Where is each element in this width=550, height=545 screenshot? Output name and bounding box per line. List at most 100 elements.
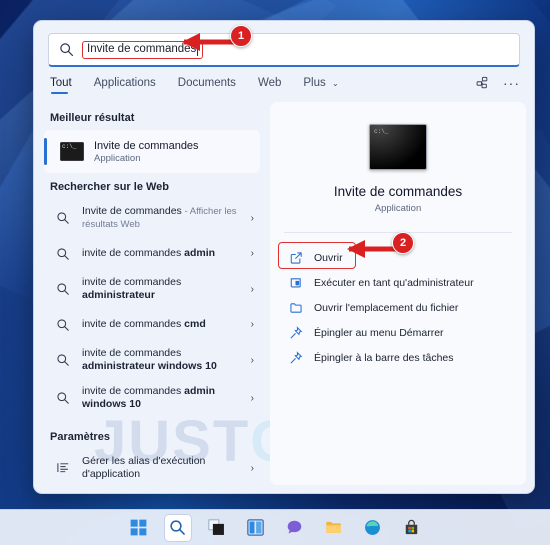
microsoft-store-icon — [405, 519, 418, 535]
search-icon — [56, 353, 70, 367]
taskbar-start-button[interactable] — [126, 515, 152, 541]
action-label: Épingler à la barre des tâches — [314, 351, 454, 364]
open-external-icon — [288, 250, 303, 265]
chevron-right-icon: › — [250, 319, 254, 330]
tab-plus[interactable]: Plus ⌄ — [303, 77, 338, 97]
tab-label: Documents — [177, 77, 236, 89]
action-pin-to-start[interactable]: Épingler au menu Démarrer — [280, 320, 516, 345]
windows-search-panel: Invite de commandes Tout Applications Do… — [33, 20, 535, 494]
taskbar-chat-button[interactable] — [282, 515, 308, 541]
action-label: Épingler au menu Démarrer — [314, 326, 444, 339]
file-explorer-icon — [326, 521, 341, 533]
chevron-right-icon: › — [250, 354, 254, 366]
settings-item-label: Gérer les alias d'exécution d'applicatio… — [82, 455, 206, 480]
more-options-icon[interactable]: ··· — [503, 76, 520, 90]
list-item-bold: admin — [184, 247, 216, 259]
chat-icon — [287, 520, 302, 534]
settings-list-icon — [56, 461, 71, 475]
search-bar-container: Invite de commandes — [34, 21, 534, 67]
preview-subtitle: Application — [374, 203, 422, 214]
tab-tout[interactable]: Tout — [50, 77, 72, 97]
list-item-text: invite de commandes — [82, 276, 182, 288]
action-label: Ouvrir l'emplacement du fichier — [314, 301, 459, 314]
tab-label: Plus — [303, 77, 326, 89]
search-icon — [56, 391, 70, 405]
list-item[interactable]: invite de commandes admin windows 10 › — [44, 379, 260, 417]
command-prompt-icon-text: c:\_ — [62, 143, 77, 150]
tab-documents[interactable]: Documents — [178, 77, 236, 97]
list-item-label: Invite de commandes - Afficher les résul… — [82, 205, 247, 231]
annotation-badge-1: 1 — [230, 25, 252, 47]
taskbar-store-button[interactable] — [399, 515, 425, 541]
list-item[interactable]: invite de commandes cmd › — [44, 308, 260, 341]
best-result-text: Invite de commandes Application — [94, 140, 199, 164]
tab-label: Applications — [93, 77, 156, 89]
filter-tabs: Tout Applications Documents Web Plus ⌄ ·… — [34, 67, 534, 98]
list-item[interactable]: invite de commandes admin › — [44, 237, 260, 270]
command-prompt-icon-text: c:\_ — [374, 128, 389, 135]
list-item-label: invite de commandes administrateur windo… — [82, 347, 247, 373]
action-run-as-admin[interactable]: Exécuter en tant qu'administrateur — [280, 270, 516, 295]
list-item-label: invite de commandes admin windows 10 — [82, 385, 247, 411]
edge-icon — [365, 520, 380, 535]
search-results-body: JUSTGEEK Meilleur résultat c:\_ Invite d… — [34, 98, 534, 493]
list-item-bold: cmd — [184, 318, 206, 330]
desktop-root: Invite de commandes Tout Applications Do… — [0, 0, 550, 545]
action-open-file-location[interactable]: Ouvrir l'emplacement du fichier — [280, 295, 516, 320]
list-item-text: invite de commandes — [82, 385, 185, 397]
list-item[interactable]: Invite de commandes - Afficher les résul… — [44, 199, 260, 237]
search-icon — [59, 42, 74, 57]
taskbar-file-explorer-button[interactable] — [321, 515, 347, 541]
search-icon — [56, 211, 70, 225]
list-item-label: invite de commandes cmd — [82, 318, 247, 331]
tab-web[interactable]: Web — [258, 77, 281, 97]
best-result-card[interactable]: c:\_ Invite de commandes Application — [44, 130, 260, 173]
chevron-down-icon: ⌄ — [331, 79, 339, 88]
list-item-text: invite de commandes — [82, 247, 185, 259]
best-result-subtitle: Application — [94, 152, 141, 164]
share-nodes-icon[interactable] — [475, 76, 489, 90]
list-item-text: invite de commandes — [82, 347, 182, 359]
search-input[interactable]: Invite de commandes — [87, 43, 196, 55]
section-title-web: Rechercher sur le Web — [50, 181, 170, 193]
search-icon — [170, 520, 185, 535]
widgets-icon — [247, 519, 264, 536]
taskbar-task-view-button[interactable] — [204, 515, 230, 541]
section-title-settings: Paramètres — [50, 431, 110, 443]
taskbar — [0, 509, 550, 545]
folder-icon — [288, 300, 303, 315]
search-input-row[interactable]: Invite de commandes — [48, 33, 520, 67]
best-result-title: Invite de commandes — [94, 139, 199, 152]
command-prompt-icon: c:\_ — [60, 142, 84, 161]
chevron-right-icon: › — [250, 248, 254, 259]
tabs-right-actions: ··· — [475, 76, 520, 98]
chevron-right-icon: › — [250, 212, 254, 224]
list-item-settings[interactable]: Gérer les alias d'exécution d'applicatio… — [44, 449, 260, 487]
list-item-label: invite de commandes admin — [82, 247, 247, 260]
taskbar-widgets-button[interactable] — [243, 515, 269, 541]
action-label: Ouvrir — [314, 251, 343, 264]
app-preview-panel: c:\_ Invite de commandes Application Ouv… — [270, 102, 526, 485]
task-view-icon — [208, 519, 224, 535]
search-icon — [56, 318, 70, 332]
taskbar-edge-button[interactable] — [360, 515, 386, 541]
action-label: Exécuter en tant qu'administrateur — [314, 276, 474, 289]
chevron-right-icon: › — [250, 462, 254, 474]
tab-applications[interactable]: Applications — [94, 77, 156, 97]
action-pin-to-taskbar[interactable]: Épingler à la barre des tâches — [280, 345, 516, 370]
pin-icon — [288, 325, 303, 340]
list-item[interactable]: invite de commandes administrateur › — [44, 270, 260, 308]
list-item[interactable]: invite de commandes administrateur windo… — [44, 341, 260, 379]
start-icon — [130, 519, 147, 536]
taskbar-search-button[interactable] — [164, 514, 191, 541]
list-item-bold: administrateur windows 10 — [82, 360, 217, 372]
list-item-text: invite de commandes — [82, 318, 185, 330]
text-caret — [197, 42, 199, 56]
chevron-right-icon: › — [250, 392, 254, 404]
list-item-bold: administrateur — [82, 289, 155, 301]
preview-actions: Ouvrir Exécuter en tant qu'administrateu… — [270, 242, 526, 370]
search-query-highlight: Invite de commandes — [82, 40, 204, 59]
shield-admin-icon — [288, 275, 303, 290]
section-title-best: Meilleur résultat — [50, 112, 135, 124]
search-icon — [56, 282, 70, 296]
